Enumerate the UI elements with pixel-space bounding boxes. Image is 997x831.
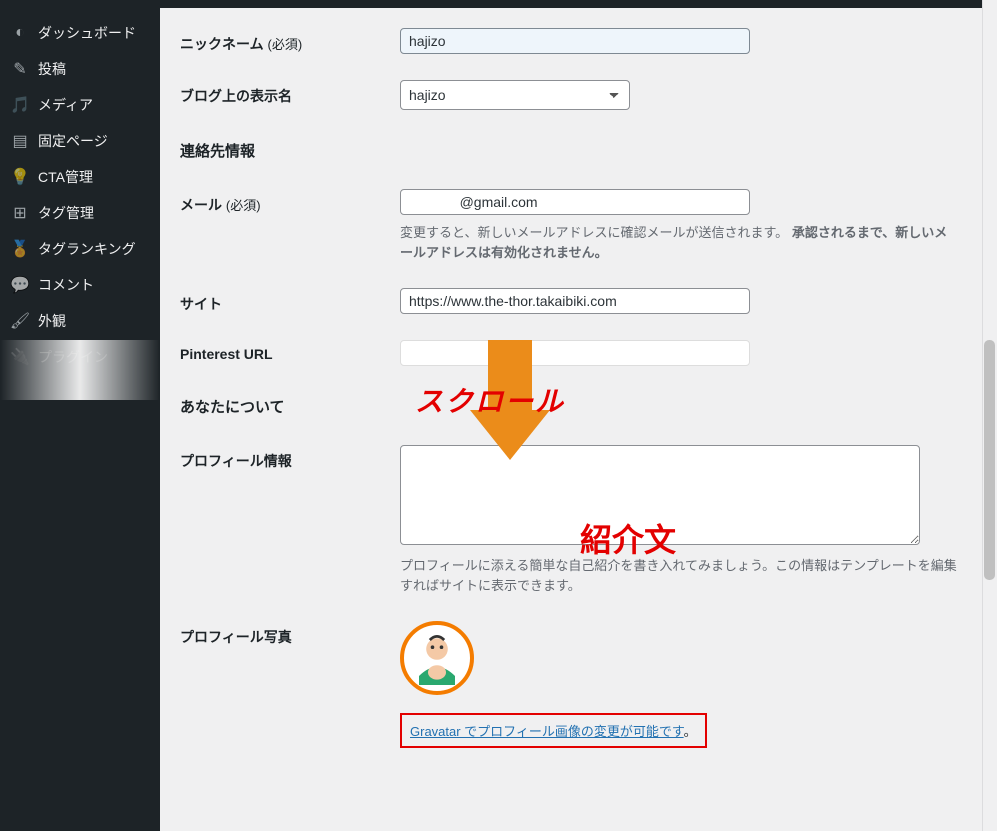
- cta-icon: 💡: [10, 167, 30, 187]
- sidebar-item-comments[interactable]: 💬 コメント: [0, 267, 160, 303]
- admin-topbar: [160, 0, 997, 8]
- nickname-row: ニックネーム (必須): [180, 28, 977, 54]
- pinterest-row: Pinterest URL: [180, 340, 977, 366]
- sidebar-item-label: 投稿: [38, 59, 150, 79]
- contact-heading: 連絡先情報: [180, 140, 977, 161]
- appearance-icon: 🖌: [10, 311, 30, 331]
- nickname-input[interactable]: [400, 28, 750, 54]
- scrollbar-thumb[interactable]: [984, 340, 995, 580]
- displayname-select[interactable]: hajizo: [400, 80, 630, 110]
- posts-icon: ✎: [10, 59, 30, 79]
- gravatar-highlight-box: Gravatar でプロフィール画像の変更が可能です。: [400, 713, 707, 748]
- sidebar-item-label: タグランキング: [38, 239, 150, 259]
- pinterest-input[interactable]: [400, 340, 750, 366]
- sidebar-item-label: 外観: [38, 311, 150, 331]
- tagrank-icon: 🏅: [10, 239, 30, 259]
- nickname-label: ニックネーム (必須): [180, 28, 400, 54]
- sidebar-item-dashboard[interactable]: ◐ ダッシュボード: [0, 15, 160, 51]
- site-row: サイト: [180, 288, 977, 314]
- bio-label: プロフィール情報: [180, 445, 400, 471]
- email-input[interactable]: [400, 189, 750, 215]
- about-heading: あなたについて: [180, 396, 977, 417]
- sidebar-item-plugins[interactable]: 🔌 プラグイン: [0, 339, 160, 375]
- sidebar-item-label: プラグイン: [38, 347, 150, 367]
- displayname-label: ブログ上の表示名: [180, 80, 400, 106]
- site-label: サイト: [180, 288, 400, 314]
- sidebar-item-cta[interactable]: 💡 CTA管理: [0, 159, 160, 195]
- admin-sidebar: ◐ ダッシュボード ✎ 投稿 🎵 メディア ▤ 固定ページ 💡 CTA管理 ⊞ …: [0, 0, 160, 831]
- bio-textarea[interactable]: [400, 445, 920, 545]
- email-label: メール (必須): [180, 189, 400, 215]
- photo-label: プロフィール写真: [180, 621, 400, 647]
- email-row: メール (必須) 変更すると、新しいメールアドレスに確認メールが送信されます。 …: [180, 189, 977, 262]
- pages-icon: ▤: [10, 131, 30, 151]
- sidebar-item-label: CTA管理: [38, 167, 150, 187]
- sidebar-item-label: タグ管理: [38, 203, 150, 223]
- photo-row: プロフィール写真 Gravatar でプロフィール画像の変更が可能です。: [180, 621, 977, 748]
- sidebar-item-media[interactable]: 🎵 メディア: [0, 87, 160, 123]
- sidebar-item-tags[interactable]: ⊞ タグ管理: [0, 195, 160, 231]
- sidebar-item-posts[interactable]: ✎ 投稿: [0, 51, 160, 87]
- displayname-row: ブログ上の表示名 hajizo: [180, 80, 977, 110]
- sidebar-item-appearance[interactable]: 🖌 外観: [0, 303, 160, 339]
- pinterest-label: Pinterest URL: [180, 340, 400, 362]
- comments-icon: 💬: [10, 275, 30, 295]
- gravatar-link[interactable]: Gravatar でプロフィール画像の変更が可能です: [410, 724, 684, 739]
- sidebar-item-label: 固定ページ: [38, 131, 150, 151]
- sidebar-item-pages[interactable]: ▤ 固定ページ: [0, 123, 160, 159]
- site-input[interactable]: [400, 288, 750, 314]
- sidebar-item-tagrank[interactable]: 🏅 タグランキング: [0, 231, 160, 267]
- profile-form: ニックネーム (必須) ブログ上の表示名 hajizo 連絡先情報 メール (必…: [160, 0, 997, 831]
- media-icon: 🎵: [10, 95, 30, 115]
- bio-row: プロフィール情報 プロフィールに添える簡単な自己紹介を書き入れてみましょう。この…: [180, 445, 977, 595]
- sidebar-item-label: ダッシュボード: [38, 23, 150, 43]
- bio-description: プロフィールに添える簡単な自己紹介を書き入れてみましょう。この情報はテンプレート…: [400, 556, 960, 595]
- avatar: [400, 621, 474, 695]
- dashboard-icon: ◐: [10, 23, 30, 43]
- sidebar-item-label: コメント: [38, 275, 150, 295]
- plugins-icon: 🔌: [10, 347, 30, 367]
- email-description: 変更すると、新しいメールアドレスに確認メールが送信されます。 承認されるまで、新…: [400, 223, 960, 262]
- tag-icon: ⊞: [10, 203, 30, 223]
- sidebar-item-label: メディア: [38, 95, 150, 115]
- avatar-image: [410, 631, 464, 685]
- scrollbar-track[interactable]: [982, 0, 997, 831]
- gravatar-period: 。: [684, 724, 697, 739]
